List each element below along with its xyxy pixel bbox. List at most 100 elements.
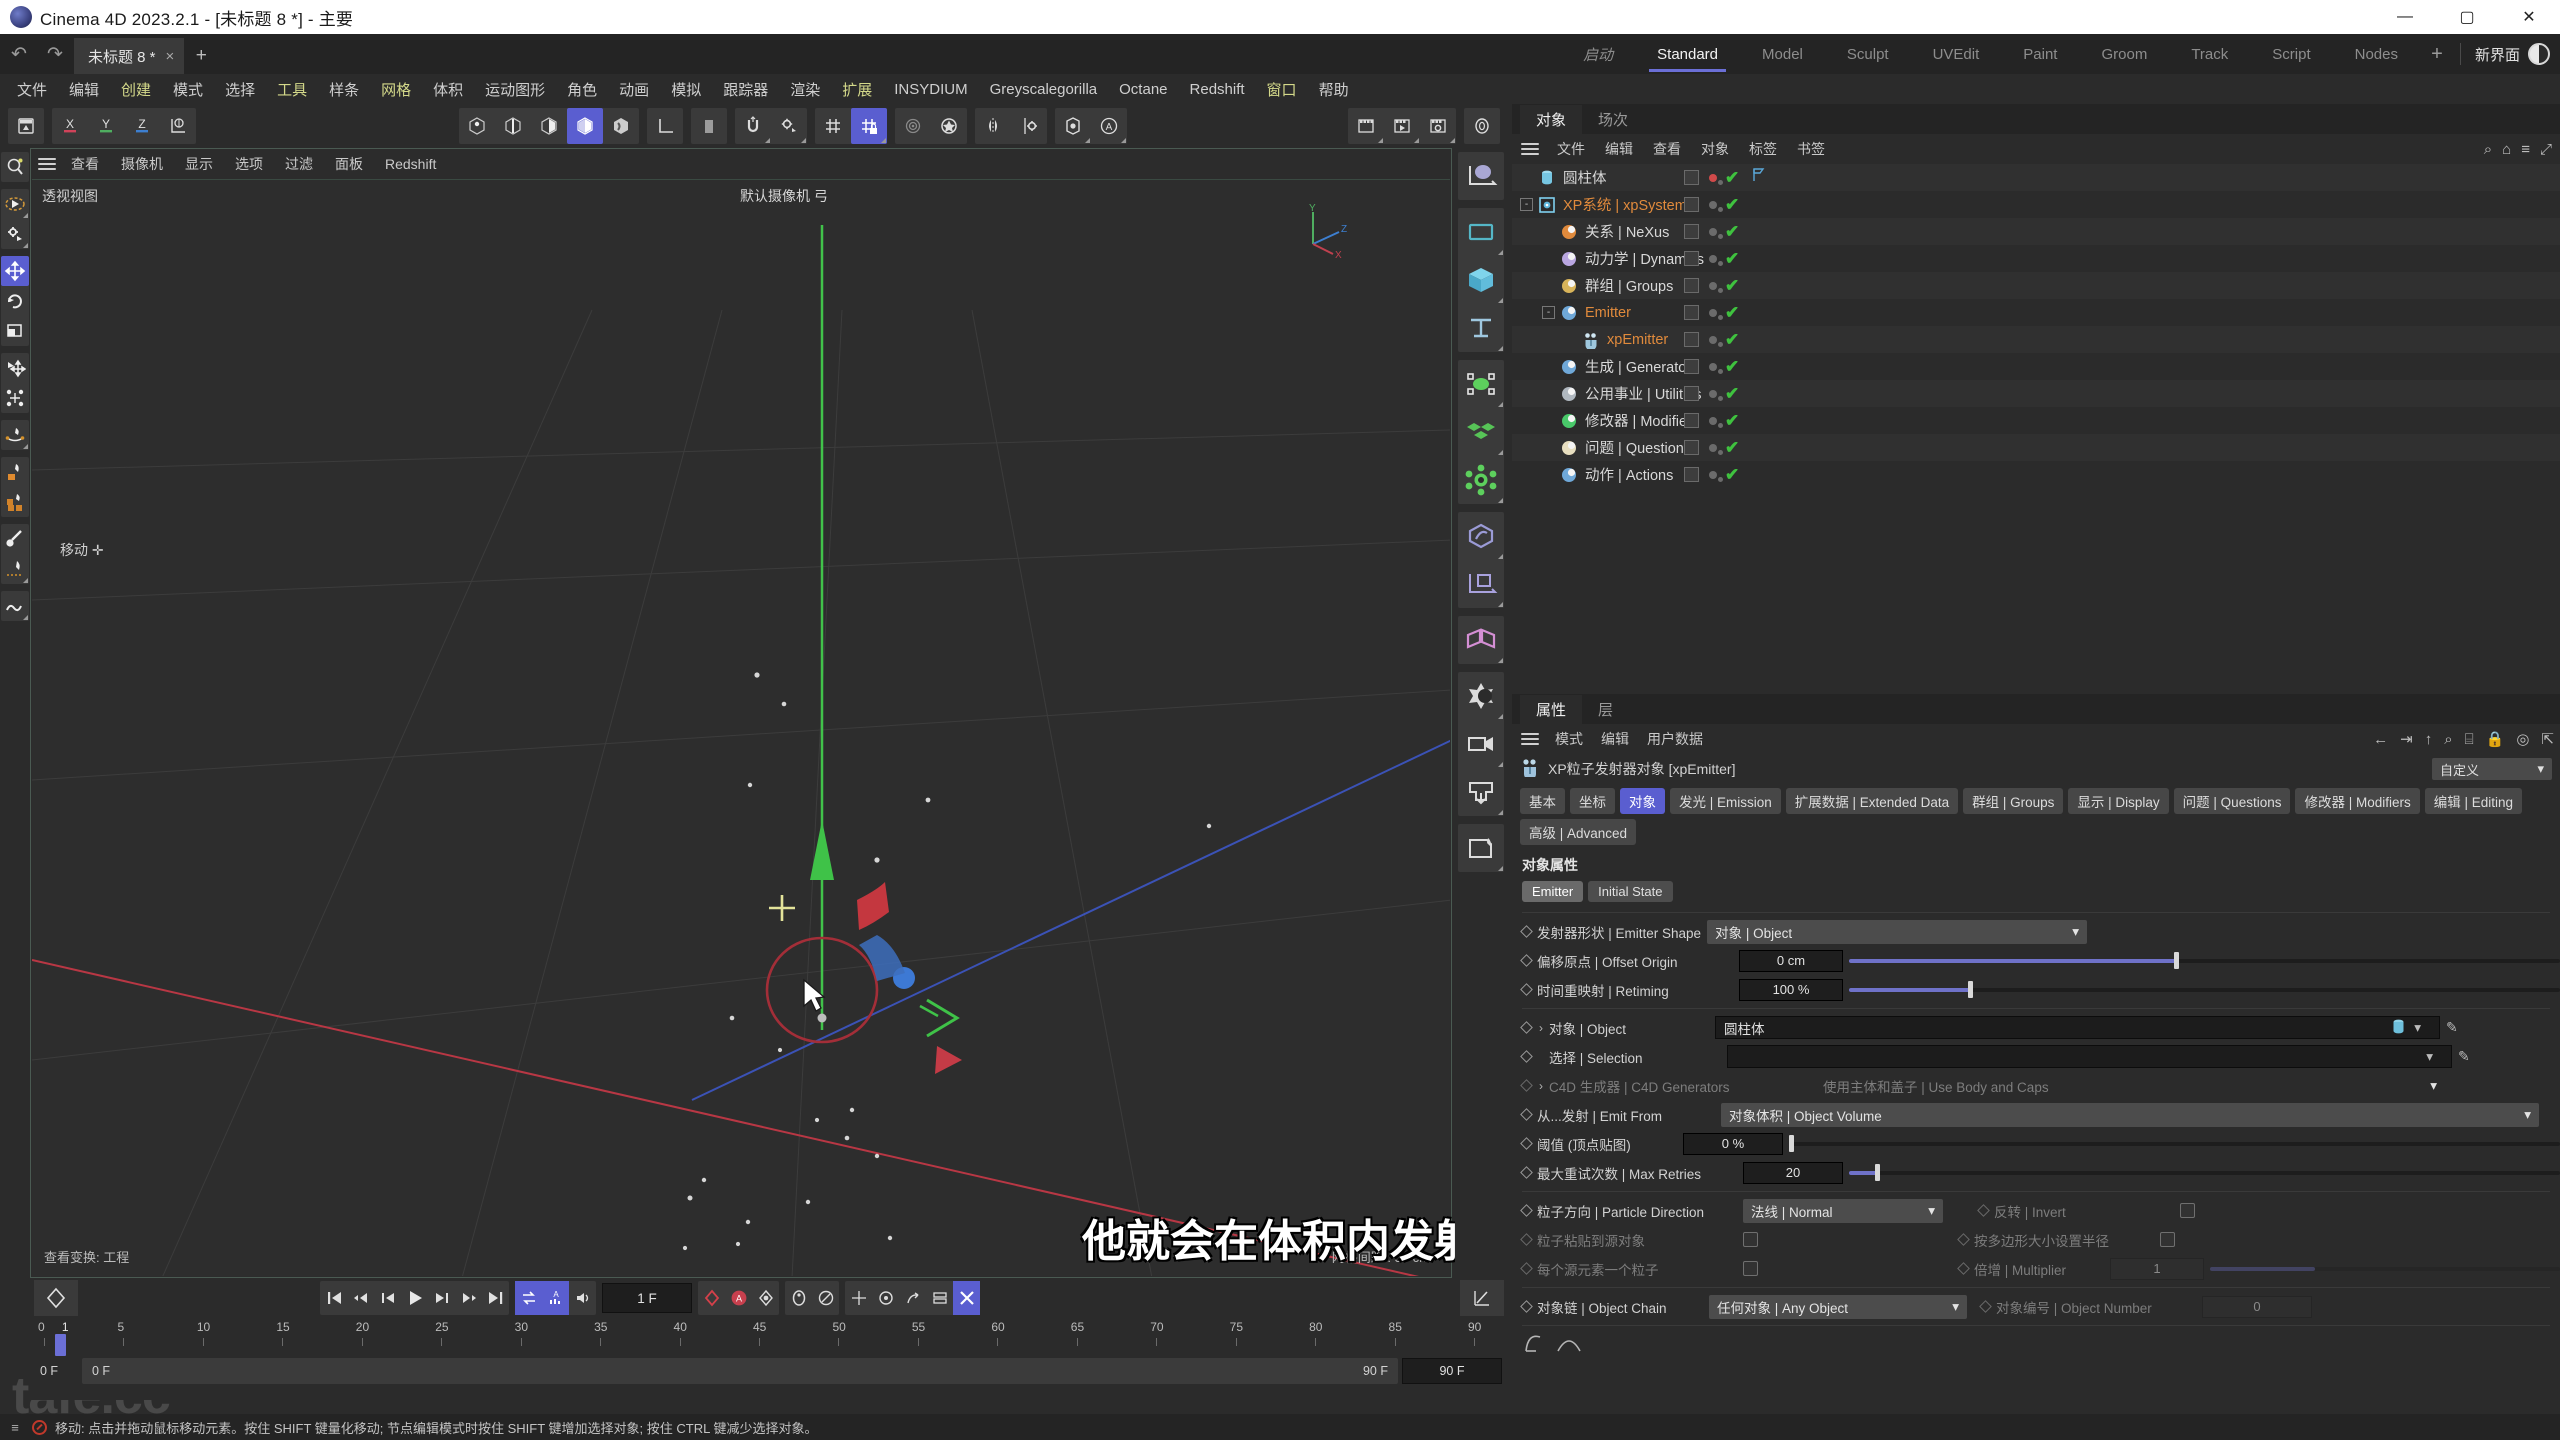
- object-tree-row[interactable]: 群组 | Groups ✔: [1512, 272, 2560, 299]
- menu-item-Greyscalegorilla[interactable]: Greyscalegorilla: [979, 74, 1109, 104]
- object-number-input[interactable]: 0: [2202, 1295, 2312, 1318]
- back-arrow-icon[interactable]: ←: [2373, 731, 2388, 748]
- object-manager-menu-文件[interactable]: 文件: [1548, 139, 1594, 159]
- next-keyframe-icon[interactable]: [455, 1281, 482, 1315]
- world-object-axis-icon[interactable]: [160, 108, 196, 144]
- visibility-dot-top-icon[interactable]: [1709, 416, 1717, 425]
- filter-icon[interactable]: ⌸: [2465, 731, 2474, 748]
- visibility-dot-top-icon[interactable]: [1709, 254, 1717, 263]
- snap-settings-icon[interactable]: [771, 108, 807, 144]
- layout-tab-track[interactable]: Track: [2169, 34, 2250, 74]
- mograph-array-icon[interactable]: [1458, 408, 1504, 456]
- menu-item-样条[interactable]: 样条: [318, 74, 370, 104]
- visibility-dot-top-icon[interactable]: [1709, 335, 1717, 344]
- keyframe-diamond-icon[interactable]: [1520, 983, 1533, 996]
- visibility-dot-bottom-icon[interactable]: [1718, 180, 1723, 185]
- target-icon[interactable]: ◎: [2516, 730, 2529, 748]
- keyframe-diamond-icon[interactable]: [1520, 1166, 1533, 1179]
- expand-icon[interactable]: ⤢: [2540, 141, 2552, 158]
- chevron-down-icon[interactable]: ▾: [2414, 1020, 2421, 1036]
- visibility-dot-bottom-icon[interactable]: [1718, 207, 1723, 212]
- enabled-check-icon[interactable]: ✔: [1725, 411, 1739, 431]
- row-object[interactable]: › 对象 | Object 圆柱体 ▾ ✎: [1512, 1013, 2560, 1042]
- object-tree-row[interactable]: 动力学 | Dynamics ✔: [1512, 245, 2560, 272]
- edit-tag-icon[interactable]: [1684, 251, 1699, 266]
- visibility-dot-top-icon[interactable]: [1709, 281, 1717, 290]
- axis-gizmo[interactable]: Y Z X: [1285, 202, 1355, 277]
- visibility-dot-top-icon[interactable]: [1709, 389, 1717, 398]
- axis-y-icon[interactable]: Y: [88, 108, 124, 144]
- viewport-menu-Redshift[interactable]: Redshift: [375, 149, 446, 179]
- enabled-check-icon[interactable]: ✔: [1725, 330, 1739, 350]
- visibility-dot-top-icon[interactable]: [1709, 200, 1717, 209]
- visibility-dot-bottom-icon[interactable]: [1718, 234, 1723, 239]
- flag-icon[interactable]: [1751, 167, 1767, 188]
- layout-tab-uvedit[interactable]: UVEdit: [1911, 34, 2002, 74]
- lock-icon[interactable]: 🔒: [2486, 730, 2505, 748]
- attribute-tab-问题[interactable]: 问题 | Questions: [2173, 788, 2291, 814]
- edit-tag-icon[interactable]: [1684, 197, 1699, 212]
- object-manager-tab-对象[interactable]: 对象: [1520, 105, 1583, 134]
- sound-icon[interactable]: [569, 1281, 596, 1315]
- close-icon[interactable]: ×: [166, 48, 175, 65]
- menu-item-跟踪器[interactable]: 跟踪器: [712, 74, 779, 104]
- row-one-per-element[interactable]: 每个源元素一个粒子 倍增 | Multiplier 1: [1512, 1254, 2560, 1283]
- play-icon[interactable]: [401, 1281, 428, 1315]
- menu-item-运动图形[interactable]: 运动图形: [474, 74, 556, 104]
- filter-icon[interactable]: ≡: [2521, 141, 2530, 158]
- chevron-right-icon[interactable]: ›: [1539, 1021, 1543, 1035]
- add-layout-button[interactable]: +: [2420, 34, 2454, 74]
- attribute-tab-坐标[interactable]: 坐标: [1570, 788, 1615, 814]
- mirror-icon[interactable]: [975, 108, 1011, 144]
- polygon-pen-icon[interactable]: [1, 457, 29, 487]
- attribute-manager-tab-属性[interactable]: 属性: [1520, 695, 1583, 724]
- row-max-retries[interactable]: 最大重试次数 | Max Retries 20: [1512, 1158, 2560, 1187]
- row-object-chain[interactable]: 对象链 | Object Chain 任何对象 | Any Object ▾ 对…: [1512, 1292, 2560, 1321]
- layout-tab-sculpt[interactable]: Sculpt: [1825, 34, 1911, 74]
- visibility-dot-bottom-icon[interactable]: [1718, 450, 1723, 455]
- object-manager-menu-对象[interactable]: 对象: [1692, 139, 1738, 159]
- go-to-start-icon[interactable]: [320, 1281, 347, 1315]
- attribute-manager-menu-模式[interactable]: 模式: [1546, 729, 1592, 749]
- point-mode-icon[interactable]: [459, 108, 495, 144]
- enabled-check-icon[interactable]: ✔: [1725, 303, 1739, 323]
- visibility-dot-top-icon[interactable]: [1709, 362, 1717, 371]
- attribute-tab-扩展数据[interactable]: 扩展数据 | Extended Data: [1785, 788, 1959, 814]
- live-selection-tool-icon[interactable]: [1, 189, 29, 219]
- key-pla-icon[interactable]: [953, 1281, 980, 1315]
- emit-from-dropdown[interactable]: 对象体积 | Object Volume ▾: [1721, 1102, 2539, 1127]
- timeline-playhead[interactable]: [54, 1334, 66, 1356]
- field-icon[interactable]: [1458, 616, 1504, 664]
- scale-tool-icon[interactable]: [1, 316, 29, 346]
- enable-axis-icon[interactable]: [691, 108, 727, 144]
- cube-icon[interactable]: [1458, 256, 1504, 304]
- up-arrow-icon[interactable]: ↑: [2425, 731, 2433, 748]
- record-active-icon[interactable]: [698, 1281, 725, 1315]
- viewport-menu-显示[interactable]: 显示: [175, 149, 223, 179]
- multiplier-input[interactable]: 1: [2110, 1257, 2204, 1280]
- mograph-effector-icon[interactable]: [1458, 456, 1504, 504]
- object-tree[interactable]: 圆柱体 ✔ - XP系统 | xpSystem ✔ 关系 | NeXus ✔ 动力学 | Dy…: [1512, 164, 2560, 694]
- menu-item-渲染[interactable]: 渲染: [779, 74, 831, 104]
- visibility-dot-bottom-icon[interactable]: [1718, 342, 1723, 347]
- edit-tag-icon[interactable]: [1684, 467, 1699, 482]
- move-points-icon[interactable]: [1, 383, 29, 413]
- rotate-tool-icon[interactable]: [1, 286, 29, 316]
- stick-checkbox[interactable]: [1743, 1232, 1758, 1247]
- keyframe-diamond-icon[interactable]: [1520, 1204, 1533, 1217]
- preset-dropdown[interactable]: 自定义 ▾: [2432, 758, 2552, 780]
- range-track[interactable]: 0 F 90 F: [82, 1358, 1398, 1384]
- key-scale-icon[interactable]: [872, 1281, 899, 1315]
- edit-tag-icon[interactable]: [1684, 440, 1699, 455]
- menu-item-帮助[interactable]: 帮助: [1308, 74, 1360, 104]
- onion-skin-icon[interactable]: A: [542, 1281, 569, 1315]
- move-tool-icon[interactable]: [1, 256, 29, 286]
- visibility-dot-bottom-icon[interactable]: [1718, 477, 1723, 482]
- object-tree-row[interactable]: 修改器 | Modifiers ✔: [1512, 407, 2560, 434]
- attribute-tab-群组[interactable]: 群组 | Groups: [1963, 788, 2064, 814]
- grid-lock-icon[interactable]: [851, 108, 888, 144]
- attribute-tab-修改器[interactable]: 修改器 | Modifiers: [2295, 788, 2420, 814]
- render-all-icon[interactable]: A: [1091, 108, 1127, 144]
- object-manager-menu-编辑[interactable]: 编辑: [1596, 139, 1642, 159]
- layout-tab-standard[interactable]: Standard: [1635, 34, 1740, 74]
